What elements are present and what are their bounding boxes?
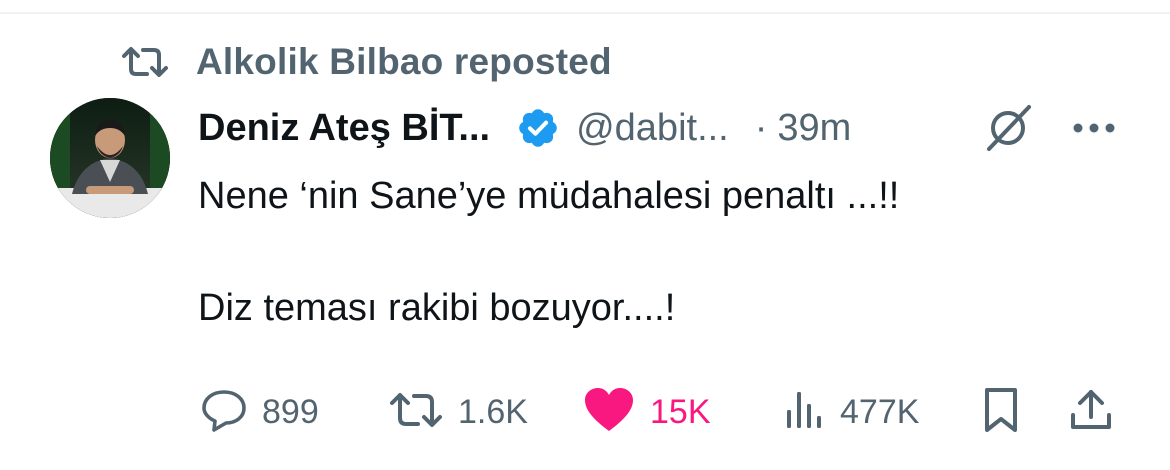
bookmark-button[interactable] [978, 384, 1024, 440]
reply-button[interactable]: 899 [200, 384, 319, 440]
top-divider [0, 12, 1170, 14]
tweet-header: Deniz Ateş BİT... @dabit... · 39m [198, 100, 1138, 156]
views-count: 477K [840, 392, 920, 431]
separator-dot: · [754, 106, 768, 149]
share-button[interactable] [1068, 384, 1114, 440]
like-count: 15K [650, 392, 711, 431]
repost-label[interactable]: Alkolik Bilbao reposted [196, 41, 612, 83]
repost-header: Alkolik Bilbao reposted [120, 38, 612, 86]
views-icon [782, 388, 826, 437]
handle[interactable]: @dabit... [576, 107, 729, 150]
heart-icon [582, 386, 636, 439]
retweet-button[interactable]: 1.6K [388, 384, 528, 440]
share-icon [1068, 387, 1114, 438]
verified-badge-icon[interactable] [516, 105, 562, 151]
views-button[interactable]: 477K [782, 384, 919, 440]
tweet-text: Nene ‘nin Sane’ye müdahalesi penaltı ...… [198, 168, 1138, 336]
tweet-paragraph: Nene ‘nin Sane’ye müdahalesi penaltı ...… [198, 175, 900, 217]
avatar[interactable] [50, 98, 170, 218]
retweet-icon [388, 390, 444, 435]
more-options-icon[interactable] [1066, 100, 1122, 156]
reply-count: 899 [262, 392, 319, 431]
tweet-paragraph: Diz teması rakibi bozuyor....! [198, 287, 676, 329]
like-button[interactable]: 15K [582, 384, 711, 440]
grok-icon[interactable] [980, 100, 1036, 156]
timestamp[interactable]: 39m [777, 107, 851, 150]
display-name[interactable]: Deniz Ateş BİT... [198, 107, 490, 150]
reply-icon [200, 387, 248, 438]
bookmark-icon [978, 385, 1024, 440]
repost-icon [120, 42, 172, 82]
tweet-paragraph [198, 224, 1138, 280]
retweet-count: 1.6K [458, 392, 528, 431]
